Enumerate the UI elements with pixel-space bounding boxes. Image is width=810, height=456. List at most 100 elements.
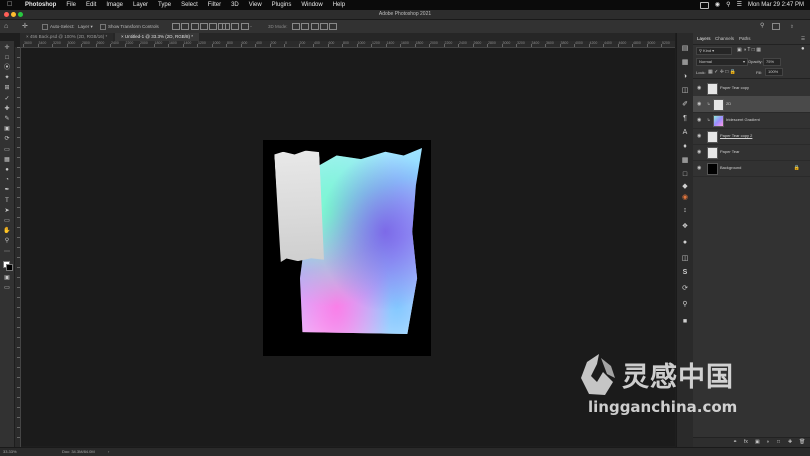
layer-name[interactable]: Background xyxy=(720,165,741,171)
stamp-tool-icon[interactable]: ▣ xyxy=(3,126,11,132)
paragraph-icon[interactable]: ¶ xyxy=(681,115,689,122)
tab-layers[interactable]: Layers xyxy=(697,36,711,41)
screen-mode-icon[interactable]: ▭ xyxy=(3,285,11,291)
layer-row[interactable]: ◉ Paper Tear copy 2 xyxy=(693,128,810,145)
zoom-tool-icon[interactable]: ⚲ xyxy=(3,238,11,244)
close-window-icon[interactable] xyxy=(4,12,9,17)
menu-type[interactable]: Type xyxy=(153,0,176,10)
menu-3d[interactable]: 3D xyxy=(226,0,244,10)
auto-select-checkbox[interactable]: Auto-Select: xyxy=(42,20,75,33)
filter-icons[interactable]: ▣ ◑ T □ ▦ xyxy=(737,47,761,53)
marquee-tool-icon[interactable]: □ xyxy=(3,55,11,61)
styles-icon[interactable]: ❖ xyxy=(681,223,689,230)
distribute-icons[interactable] xyxy=(222,20,249,33)
path-select-tool-icon[interactable]: ➤ xyxy=(3,208,11,214)
wifi-icon[interactable]: ◉ xyxy=(715,0,720,10)
layer-comps-icon[interactable]: ◫ xyxy=(681,255,689,262)
move-tool-icon[interactable]: ✛ xyxy=(22,20,28,33)
apple-icon[interactable]:  xyxy=(7,0,12,10)
tab-paths[interactable]: Paths xyxy=(739,36,751,41)
color-icon[interactable]: ◆ xyxy=(681,183,689,190)
layer-name[interactable]: Paper Tear copy 2 xyxy=(720,133,752,139)
3d-mode-icons[interactable] xyxy=(292,20,338,33)
eye-icon[interactable]: ◉ xyxy=(697,86,701,91)
lock-icons[interactable]: ▦ ✓ ✛ □ 🔒 xyxy=(708,69,736,75)
character-icon[interactable]: A xyxy=(681,129,689,136)
layer-row[interactable]: ◉ ↳ Iridescent Gradient xyxy=(693,112,810,129)
filter-toggle-icon[interactable]: ● xyxy=(801,46,805,52)
layer-name[interactable]: Paper Tear copy xyxy=(720,85,749,91)
gradients-icon[interactable]: □ xyxy=(681,171,689,178)
control-center-icon[interactable]: ☰ xyxy=(737,0,742,10)
eyedropper-tool-icon[interactable]: ✓ xyxy=(3,96,11,102)
clock[interactable]: Mon Mar 29 2:47 PM xyxy=(748,0,804,10)
gradient-tool-icon[interactable]: ▦ xyxy=(3,157,11,163)
minimize-window-icon[interactable] xyxy=(11,12,16,17)
eye-icon[interactable]: ◉ xyxy=(697,134,701,139)
menu-image[interactable]: Image xyxy=(101,0,128,10)
brushes-icon[interactable]: ✐ xyxy=(681,101,689,108)
quick-mask-icon[interactable]: ▣ xyxy=(3,275,11,281)
tab-untitled-1[interactable]: × Untitled-1 @ 33.3% (2D, RGB/8) * xyxy=(115,33,199,41)
edit-toolbar-icon[interactable]: ⋯ xyxy=(3,249,11,255)
menu-edit[interactable]: Edit xyxy=(81,0,101,10)
layer-row[interactable]: ◉ Paper Tear xyxy=(693,144,810,161)
paths-icon[interactable]: ↕ xyxy=(681,207,689,214)
menu-window[interactable]: Window xyxy=(296,0,327,10)
filter-kind-dropdown[interactable]: ⚲ Kind ▾ xyxy=(696,47,732,55)
lasso-tool-icon[interactable]: ⦿ xyxy=(3,65,11,71)
eye-icon[interactable]: ◉ xyxy=(697,102,701,107)
layer-row[interactable]: ◉ ↳ 2D xyxy=(693,96,810,113)
layer-style-icon[interactable]: fx xyxy=(744,440,748,445)
add-mask-icon[interactable]: ▣ xyxy=(755,440,760,445)
crop-tool-icon[interactable]: ⊞ xyxy=(3,85,11,91)
eye-icon[interactable]: ◉ xyxy=(697,118,701,123)
link-layers-icon[interactable]: ⚭ xyxy=(733,440,737,445)
panel-menu-icon[interactable]: ☰ xyxy=(801,36,805,42)
delete-layer-icon[interactable]: 🗑 xyxy=(799,440,805,445)
eraser-tool-icon[interactable]: ▭ xyxy=(3,147,11,153)
layer-name[interactable]: Iridescent Gradient xyxy=(726,117,760,123)
new-layer-icon[interactable]: ✚ xyxy=(788,440,792,445)
layer-name[interactable]: Paper Tear xyxy=(720,149,740,155)
fill-field[interactable]: 100% xyxy=(765,68,783,76)
shape-tool-icon[interactable]: ▭ xyxy=(3,218,11,224)
swatches-icon[interactable]: ▦ xyxy=(681,157,689,164)
horizontal-ruler[interactable]: 3600 3400 3200 3000 2800 2600 2400 2200 2000 1800… xyxy=(20,41,684,48)
search-icon[interactable]: ⚲ xyxy=(760,20,764,33)
vertical-ruler[interactable] xyxy=(14,47,21,447)
layer-name[interactable]: 2D xyxy=(726,101,731,107)
glyphs-icon[interactable]: ♦ xyxy=(681,143,689,150)
magic-wand-tool-icon[interactable]: ✦ xyxy=(3,75,11,81)
navigator-icon[interactable]: ● xyxy=(681,239,689,246)
new-group-icon[interactable]: □ xyxy=(777,440,780,445)
layer-row[interactable]: ◉ Paper Tear copy xyxy=(693,80,810,97)
more-options-icon[interactable]: ⋯ xyxy=(248,20,253,33)
properties-icon[interactable]: ▦ xyxy=(681,59,689,66)
libraries-icon[interactable]: ◫ xyxy=(681,87,689,94)
blend-mode-dropdown[interactable]: Normal ▾ xyxy=(696,58,748,66)
plugin-icon[interactable]: ◉ xyxy=(681,194,689,201)
tab-456-back[interactable]: × 456 Back.psd @ 100% (2D, RGB/16) * xyxy=(20,33,114,41)
battery-icon[interactable] xyxy=(699,1,709,9)
history-brush-tool-icon[interactable]: ⟳ xyxy=(3,136,11,142)
blur-tool-icon[interactable]: ● xyxy=(3,167,11,173)
notes-icon[interactable]: ■ xyxy=(681,318,689,325)
layer-row[interactable]: ◉ Background 🔒 xyxy=(693,160,810,177)
opacity-field[interactable]: 75% xyxy=(763,58,781,66)
share-icon[interactable]: ⇧ xyxy=(790,20,794,33)
move-tool-icon[interactable]: ✛ xyxy=(3,45,11,51)
eye-icon[interactable]: ◉ xyxy=(697,166,701,171)
menu-layer[interactable]: Layer xyxy=(128,0,153,10)
dodge-tool-icon[interactable]: ◔ xyxy=(3,177,11,183)
menu-app-photoshop[interactable]: Photoshop xyxy=(20,0,61,10)
zoom-window-icon[interactable] xyxy=(18,12,23,17)
menu-select[interactable]: Select xyxy=(176,0,203,10)
home-icon[interactable]: ⌂ xyxy=(4,20,8,33)
s-plugin-icon[interactable]: S xyxy=(681,269,689,276)
color-swatch-icon[interactable] xyxy=(3,261,13,271)
lock-icon[interactable]: 🔒 xyxy=(794,165,800,171)
menu-file[interactable]: File xyxy=(61,0,81,10)
menu-view[interactable]: View xyxy=(244,0,267,10)
transform-controls-checkbox[interactable]: Show Transform Controls xyxy=(100,20,159,33)
